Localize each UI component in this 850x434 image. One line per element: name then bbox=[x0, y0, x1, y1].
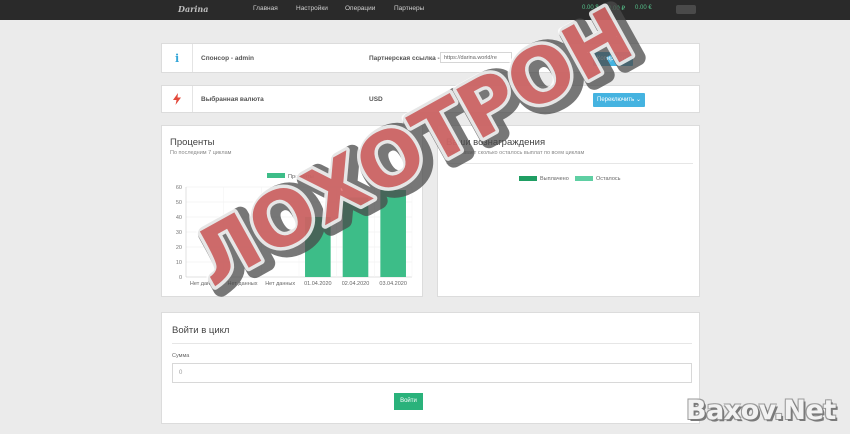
y-tick-label: 0 bbox=[179, 275, 182, 281]
percent-title: Проценты bbox=[170, 137, 215, 148]
rewards-title: Ваши вознаграждения bbox=[446, 137, 546, 148]
y-tick-label: 30 bbox=[176, 230, 182, 236]
x-tick-label: 01.04.2020 bbox=[304, 281, 332, 287]
currency-panel: Выбранная валюта USD Переключить ⌄ bbox=[161, 85, 700, 113]
nav-item-partners[interactable]: Партнеры bbox=[394, 5, 424, 12]
legend-remaining: Осталось bbox=[596, 176, 621, 182]
legend-percent: Проценты bbox=[288, 174, 314, 180]
x-tick-label: Нет данных bbox=[265, 281, 295, 287]
x-tick-label: Нет данных bbox=[228, 281, 258, 287]
divider bbox=[192, 44, 193, 72]
balance-eur: 0.00 € bbox=[635, 5, 652, 11]
nav-item-settings[interactable]: Настройки bbox=[296, 5, 328, 12]
switch-currency-label: Переключить bbox=[597, 97, 635, 103]
referral-label: Партнерская ссылка - bbox=[369, 55, 440, 62]
chevron-down-icon: ⌄ bbox=[635, 97, 641, 103]
copy-button[interactable]: Копировать bbox=[593, 52, 633, 66]
divider bbox=[172, 343, 692, 344]
amount-label: Сумма bbox=[172, 353, 190, 359]
amount-input[interactable]: 0 bbox=[172, 363, 692, 383]
join-cycle-panel: Войти в цикл Сумма 0 Войти bbox=[161, 312, 700, 424]
x-tick-label: 02.04.2020 bbox=[342, 281, 370, 287]
currency-value: USD bbox=[369, 96, 383, 103]
nav-item-operations[interactable]: Операции bbox=[345, 5, 375, 12]
y-tick-label: 60 bbox=[176, 185, 182, 191]
y-tick-label: 50 bbox=[176, 200, 182, 206]
bolt-icon bbox=[173, 93, 181, 105]
join-button[interactable]: Войти bbox=[394, 393, 423, 410]
bar bbox=[380, 190, 406, 277]
percent-panel: Проценты По последним 7 циклам Проценты 0… bbox=[161, 125, 423, 297]
balance-rub: 0.00 ₽ bbox=[608, 6, 626, 12]
watermark: Baxov.Net bbox=[686, 395, 836, 426]
percent-chart: Проценты 0 10 20 30 40 50 60 Нет данных Нет данны… bbox=[176, 173, 413, 287]
rewards-panel: Ваши вознаграждения Показывает сколько о… bbox=[437, 125, 700, 297]
y-tick-label: 10 bbox=[176, 260, 182, 266]
currency-label: Выбранная валюта bbox=[201, 96, 264, 103]
x-tick-label: 03.04.2020 bbox=[379, 281, 407, 287]
sponsor-panel: i Спонсор - admin Партнерская ссылка - h… bbox=[161, 43, 700, 73]
percent-subtitle: По последним 7 циклам bbox=[170, 150, 232, 156]
legend-paid: Выплачено bbox=[540, 176, 569, 182]
y-tick-label: 40 bbox=[176, 215, 182, 221]
y-tick-label: 20 bbox=[176, 245, 182, 251]
bar bbox=[305, 217, 331, 277]
sponsor-label: Спонсор - admin bbox=[201, 55, 254, 62]
rewards-subtitle: Показывает сколько осталось выплат по вс… bbox=[446, 150, 585, 156]
referral-link-input[interactable]: https://darina.world/re bbox=[440, 52, 512, 63]
logo[interactable]: Darina bbox=[178, 4, 208, 14]
divider bbox=[446, 163, 693, 164]
legend-swatch-percent bbox=[267, 173, 285, 178]
bar bbox=[342, 197, 369, 277]
balance-usd: 0.00 $ bbox=[582, 5, 599, 11]
legend-swatch-remaining bbox=[575, 176, 593, 181]
legend-swatch-paid bbox=[519, 176, 537, 181]
info-icon: i bbox=[175, 52, 180, 65]
x-tick-label: Нет данных bbox=[190, 281, 220, 287]
top-navbar: Darina Главная Настройки Операции Партне… bbox=[0, 0, 850, 20]
join-cycle-title: Войти в цикл bbox=[172, 325, 230, 336]
switch-currency-button[interactable]: Переключить ⌄ bbox=[593, 93, 645, 107]
nav-item-home[interactable]: Главная bbox=[253, 5, 278, 12]
divider bbox=[192, 86, 193, 112]
user-menu-blurred[interactable] bbox=[676, 5, 696, 14]
